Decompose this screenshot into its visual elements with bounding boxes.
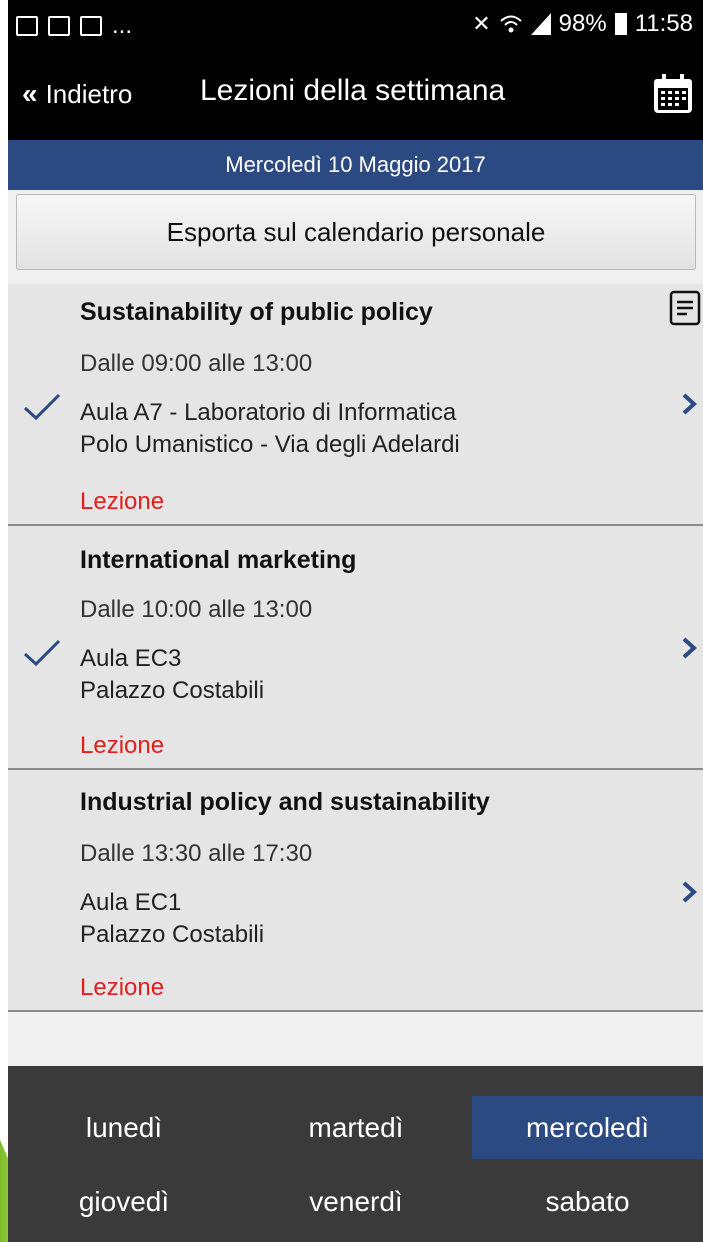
tab-mercoledi[interactable]: mercoledì <box>472 1096 703 1159</box>
notification-icons: ... <box>16 12 132 40</box>
system-icons: ✕ 98% 11:58 <box>472 10 693 38</box>
lesson-place: Palazzo Costabili <box>80 677 265 704</box>
status-ellipsis: ... <box>112 12 133 39</box>
gmail-icon <box>16 16 38 36</box>
clock: 11:58 <box>634 10 693 37</box>
calendar-icon[interactable] <box>651 72 695 116</box>
day-tabs: lunedì martedì mercoledì giovedì venerdì… <box>8 1066 703 1242</box>
lesson-room: Aula A7 - Laboratorio di Informatica <box>80 399 457 426</box>
battery-level: 98% <box>558 10 607 37</box>
battery-icon <box>614 13 627 35</box>
lesson-room: Aula EC1 <box>80 889 182 916</box>
lesson-time: Dalle 10:00 alle 13:00 <box>80 596 313 623</box>
notes-icon[interactable] <box>669 290 703 328</box>
lesson-time: Dalle 13:30 alle 17:30 <box>80 840 313 867</box>
chevron-right-icon <box>682 637 697 659</box>
tab-lunedi[interactable]: lunedì <box>8 1096 240 1159</box>
status-bar: ... ✕ 98% 11:58 <box>8 0 703 50</box>
signal-icon <box>530 13 551 35</box>
lessons-content: Esporta sul calendario personale Sustain… <box>8 190 703 1066</box>
check-icon <box>23 639 61 667</box>
page-title: Lezioni della settimana <box>200 74 506 107</box>
lesson-type: Lezione <box>80 732 165 759</box>
lesson-place: Palazzo Costabili <box>80 921 265 948</box>
wifi-icon <box>500 15 522 33</box>
lesson-type: Lezione <box>80 974 165 1001</box>
lesson-time: Dalle 09:00 alle 13:00 <box>80 350 313 377</box>
back-button[interactable]: « Indietro <box>22 78 132 110</box>
image-icon <box>48 16 70 36</box>
navigation-bar: « Indietro Lezioni della settimana <box>8 50 703 140</box>
lesson-title: Industrial policy and sustainability <box>80 788 490 816</box>
chevron-right-icon <box>682 881 697 903</box>
phone-screen: ... ✕ 98% 11:58 « Indietro Lezioni della… <box>8 0 703 1242</box>
lesson-item[interactable]: International marketing Dalle 10:00 alle… <box>8 526 703 770</box>
export-calendar-button[interactable]: Esporta sul calendario personale <box>16 194 696 270</box>
mute-icon: ✕ <box>472 11 491 36</box>
tab-venerdi[interactable]: venerdì <box>240 1170 472 1233</box>
date-header: Mercoledì 10 Maggio 2017 <box>8 140 703 190</box>
lesson-title: Sustainability of public policy <box>80 298 433 326</box>
gmail-icon <box>80 16 102 36</box>
lesson-item[interactable]: Industrial policy and sustainability Dal… <box>8 770 703 1012</box>
lesson-type: Lezione <box>80 488 165 515</box>
tab-giovedi[interactable]: giovedì <box>8 1170 240 1233</box>
double-chevron-left-icon: « <box>22 78 38 109</box>
tab-martedi[interactable]: martedì <box>240 1096 472 1159</box>
lesson-place: Polo Umanistico - Via degli Adelardi <box>80 431 460 458</box>
tab-sabato[interactable]: sabato <box>472 1170 703 1233</box>
chevron-right-icon <box>682 393 697 415</box>
back-label: Indietro <box>45 78 133 109</box>
check-icon <box>23 393 61 421</box>
lesson-room: Aula EC3 <box>80 645 182 672</box>
lesson-item[interactable]: Sustainability of public policy Dalle 09… <box>8 284 703 526</box>
lesson-title: International marketing <box>80 546 357 574</box>
